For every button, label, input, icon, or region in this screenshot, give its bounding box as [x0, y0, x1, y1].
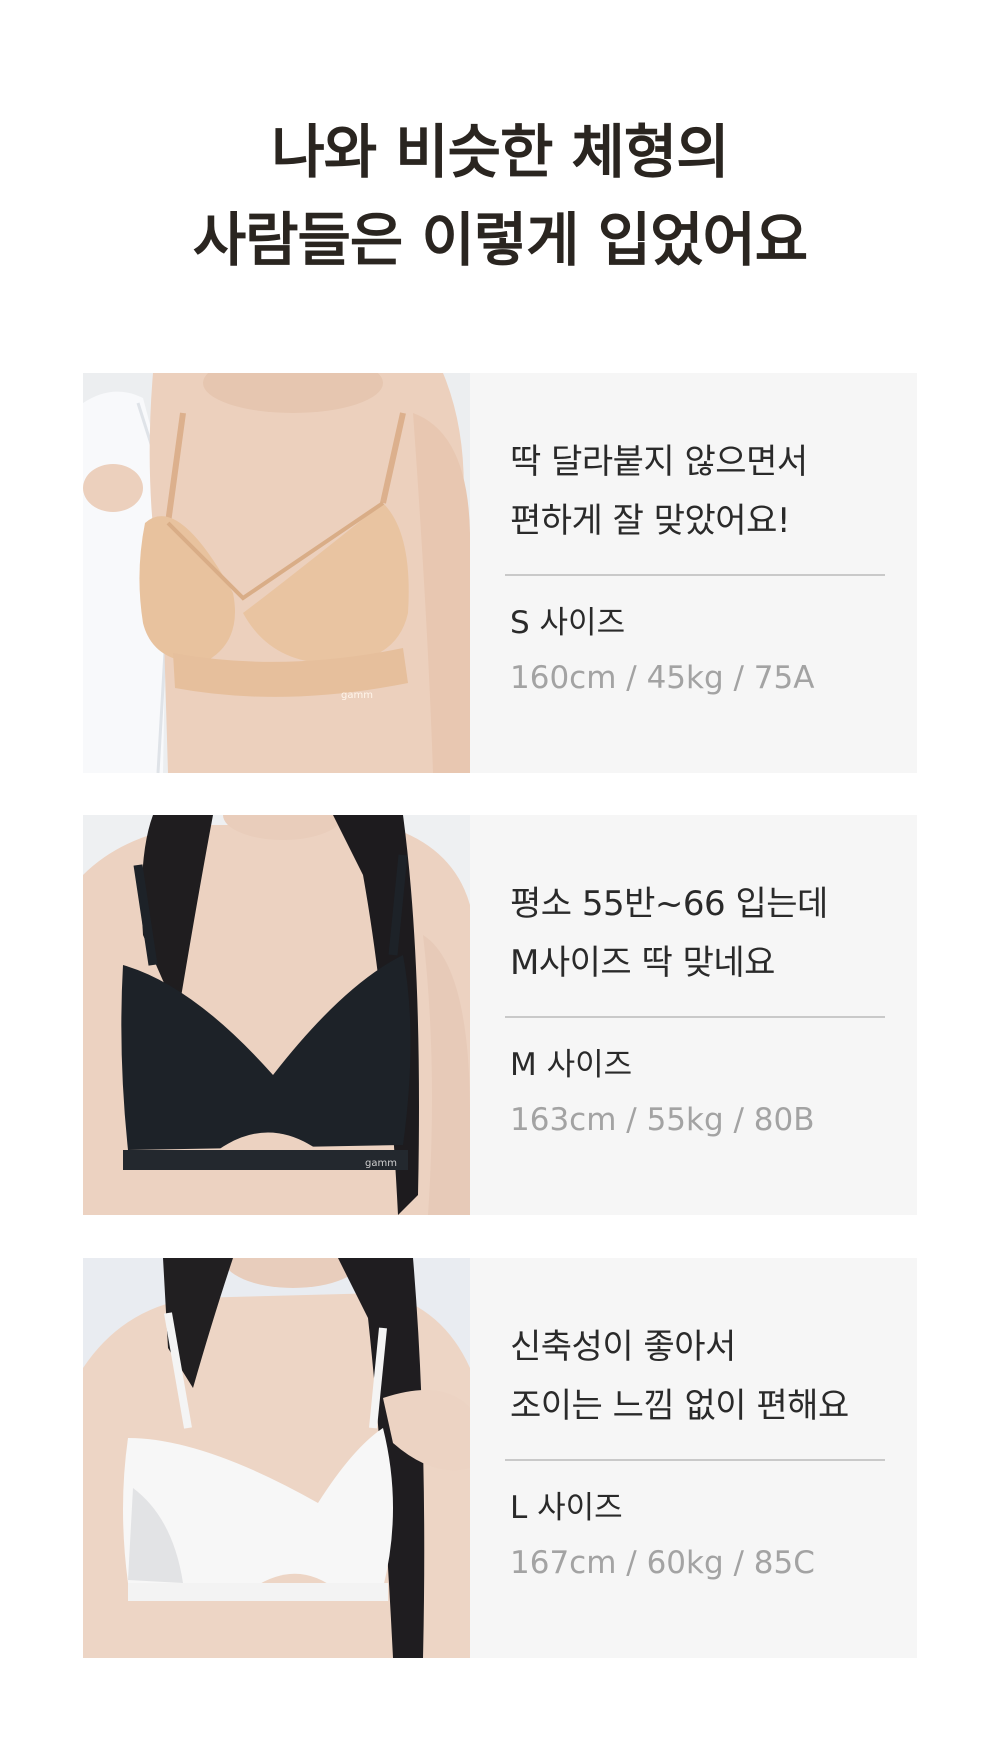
quote-line-2: 편하게 잘 맞았어요! [510, 501, 791, 541]
divider [505, 574, 885, 576]
quote-line-1: 신축성이 좋아서 [510, 1327, 736, 1367]
body-spec: 163cm / 55kg / 80B [510, 1102, 815, 1138]
model-black-bra-photo: gamm [83, 815, 470, 1215]
review-info: 딱 달라붙지 않으면서 편하게 잘 맞았어요! S 사이즈 160cm / 45… [470, 373, 917, 773]
divider [505, 1459, 885, 1461]
review-card-s: gamm 딱 달라붙지 않으면서 편하게 잘 맞았어요! S 사이즈 160cm… [83, 373, 917, 773]
review-quote: 신축성이 좋아서 조이는 느낌 없이 편해요 [510, 1318, 910, 1436]
review-card-l: 신축성이 좋아서 조이는 느낌 없이 편해요 L 사이즈 167cm / 60k… [83, 1258, 917, 1658]
body-spec: 160cm / 45kg / 75A [510, 660, 815, 696]
review-info: 평소 55반~66 입는데 M사이즈 딱 맞네요 M 사이즈 163cm / 5… [470, 815, 917, 1215]
size-label: S 사이즈 [510, 605, 626, 641]
model-white-bra-photo [83, 1258, 470, 1658]
quote-line-2: M사이즈 딱 맞네요 [510, 943, 775, 983]
headline-line-1: 나와 비슷한 체형의 [271, 118, 729, 186]
quote-line-1: 딱 달라붙지 않으면서 [510, 442, 808, 482]
size-label: L 사이즈 [510, 1490, 623, 1526]
headline-line-2: 사람들은 이렇게 입었어요 [192, 206, 808, 274]
size-label: M 사이즈 [510, 1047, 633, 1083]
band-logo-text-2: gamm [365, 1158, 397, 1169]
body-spec: 167cm / 60kg / 85C [510, 1545, 815, 1581]
page: 나와 비슷한 체형의 사람들은 이렇게 입었어요 gamm 딱 달라붙지 않으면… [0, 0, 1000, 1763]
review-quote: 딱 달라붙지 않으면서 편하게 잘 맞았어요! [510, 433, 910, 551]
review-quote: 평소 55반~66 입는데 M사이즈 딱 맞네요 [510, 875, 910, 993]
quote-line-2: 조이는 느낌 없이 편해요 [510, 1386, 849, 1426]
quote-line-1: 평소 55반~66 입는데 [510, 884, 828, 924]
review-card-m: gamm 평소 55반~66 입는데 M사이즈 딱 맞네요 M 사이즈 163c… [83, 815, 917, 1215]
page-headline: 나와 비슷한 체형의 사람들은 이렇게 입었어요 [0, 108, 1000, 284]
model-beige-bra-photo: gamm [83, 373, 470, 773]
review-info: 신축성이 좋아서 조이는 느낌 없이 편해요 L 사이즈 167cm / 60k… [470, 1258, 917, 1658]
divider [505, 1016, 885, 1018]
band-logo-text-1: gamm [341, 690, 373, 701]
